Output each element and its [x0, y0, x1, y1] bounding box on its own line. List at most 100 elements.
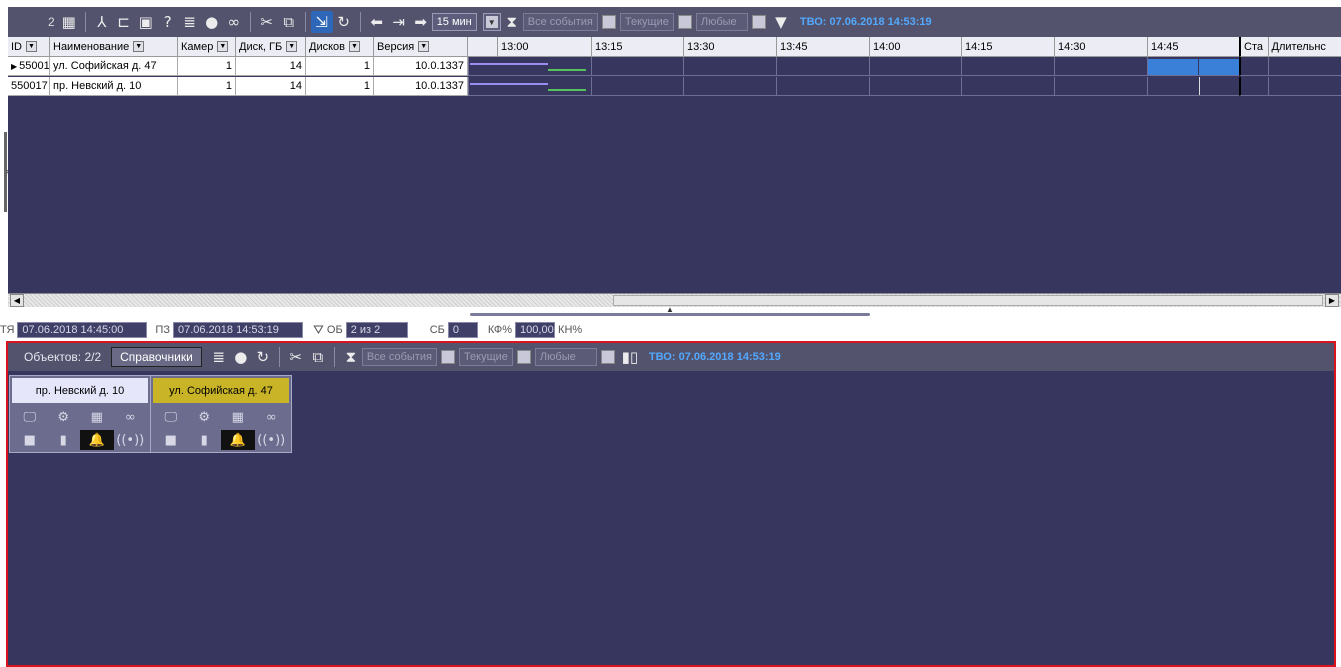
camera-icon[interactable]: ■	[13, 430, 47, 450]
help-icon[interactable]: ?	[157, 11, 179, 33]
gear-icon[interactable]: ⚙	[47, 407, 81, 427]
scroll-right-arrow-icon[interactable]: ▶	[1325, 294, 1339, 307]
cell-cameras: 1	[178, 77, 236, 95]
chevron-right-icon[interactable]: ›	[6, 166, 9, 176]
list-icon[interactable]: ≣	[179, 11, 201, 33]
current-filter-checkbox[interactable]	[677, 15, 692, 29]
column-header-disk[interactable]: Диск, ГБ ▼	[236, 37, 306, 56]
scrollbar-thumb[interactable]	[613, 295, 1323, 306]
sort-icon[interactable]: ⧗	[340, 346, 362, 368]
film-icon[interactable]: ▦	[221, 407, 255, 427]
events-filter-checkbox[interactable]	[440, 350, 455, 364]
alarm-bell-icon[interactable]: 🔔	[80, 430, 114, 450]
arrow-right-icon[interactable]: ➡	[410, 11, 432, 33]
monitor-icon[interactable]: 🖵	[13, 407, 47, 427]
broadcast-icon[interactable]: ((•))	[114, 430, 148, 450]
chevron-down-icon[interactable]: ▼	[133, 41, 145, 52]
refresh-icon[interactable]: ↻	[333, 11, 355, 33]
any-filter-checkbox[interactable]	[751, 15, 766, 29]
voicemail-icon[interactable]: ∞	[223, 11, 245, 33]
reference-button[interactable]: Справочники	[111, 347, 202, 367]
interval-value: 15 мин	[436, 16, 472, 28]
column-header-disks[interactable]: Дисков ▼	[306, 37, 374, 56]
copy-icon[interactable]: ⧉	[307, 346, 329, 368]
door-icon[interactable]: ▮	[188, 430, 222, 450]
chevron-down-icon: ▼	[485, 16, 498, 28]
interval-select[interactable]: 15 мин	[431, 13, 477, 31]
kn-label: КН%	[558, 324, 583, 336]
column-header-cameras[interactable]: Камер ▼	[178, 37, 236, 56]
column-header-id[interactable]: ID ▼	[8, 37, 50, 56]
broadcast-icon[interactable]: ((•))	[255, 430, 289, 450]
chevron-down-icon[interactable]: ▼	[217, 41, 229, 52]
timeline-row[interactable]	[468, 57, 1241, 76]
monitor-icon[interactable]: 🖵	[154, 407, 188, 427]
timeline-row[interactable]	[468, 77, 1241, 96]
copy-icon[interactable]: ⧉	[278, 11, 300, 33]
tvo-timestamp: ТВО: 07.06.2018 14:53:19	[799, 16, 932, 28]
scissors-icon[interactable]: ✂	[285, 346, 307, 368]
refresh-icon[interactable]: ↻	[252, 346, 274, 368]
events-filter-field[interactable]: Все события	[361, 348, 437, 366]
events-filter-checkbox[interactable]	[601, 15, 616, 29]
any-filter-field[interactable]: Любые	[534, 348, 597, 366]
any-filter-field[interactable]: Любые	[695, 13, 748, 31]
panel-toolbar: Объектов: 2/2 Справочники ≣ ● ↻ ✂ ⧉ ⧗ Вс…	[8, 343, 1334, 371]
info-icon[interactable]: ●	[201, 11, 223, 33]
timeline-gridline	[869, 77, 870, 95]
events-filter-field[interactable]: Все события	[522, 13, 598, 31]
current-filter-field[interactable]: Текущие	[458, 348, 513, 366]
table-icon[interactable]: ▦	[58, 11, 80, 33]
object-card[interactable]: пр. Невский д. 10 🖵 ⚙ ▦ ∞ ■ ▮ 🔔 ((•))	[9, 375, 151, 453]
toolbar-separator	[84, 12, 86, 32]
info-icon[interactable]: ●	[230, 346, 252, 368]
ob-value: 2 из 2	[345, 322, 408, 338]
camera-icon[interactable]: ■	[154, 430, 188, 450]
object-card-title[interactable]: ул. Софийская д. 47	[153, 378, 289, 403]
table-row[interactable]: 550017 пр. Невский д. 10 1 14 1 10.0.133…	[8, 77, 468, 96]
column-header-name[interactable]: Наименование ▼	[50, 37, 178, 56]
tree-expand-icon[interactable]: ⊏	[113, 11, 135, 33]
column-header-status[interactable]: Ста	[1241, 37, 1269, 56]
chevron-down-icon[interactable]: ▼	[418, 41, 430, 52]
column-divider	[1268, 77, 1269, 95]
toolbar-separator	[249, 12, 251, 32]
list-icon[interactable]: ≣	[208, 346, 230, 368]
horizontal-scrollbar[interactable]: ◀ ▶	[8, 293, 1341, 307]
timeline-gridline	[1054, 57, 1055, 75]
current-filter-field[interactable]: Текущие	[619, 13, 674, 31]
report-icon[interactable]: ▣	[135, 11, 157, 33]
column-header-version[interactable]: Версия ▼	[374, 37, 468, 56]
scroll-left-arrow-icon[interactable]: ◀	[10, 294, 24, 307]
export-icon[interactable]: ⇲	[310, 11, 333, 33]
voicemail-icon[interactable]: ∞	[255, 407, 289, 427]
chevron-down-icon[interactable]: ▼	[349, 41, 360, 52]
alarm-bell-icon[interactable]: 🔔	[221, 430, 255, 450]
current-filter-checkbox[interactable]	[516, 350, 531, 364]
table-row[interactable]: ▶550016 ул. Софийская д. 47 1 14 1 10.0.…	[8, 57, 468, 76]
panel-splitter[interactable]: ▲	[470, 305, 870, 316]
scissors-icon[interactable]: ✂	[256, 11, 278, 33]
sort-icon[interactable]: ⧗	[501, 11, 523, 33]
arrow-end-icon[interactable]: ⇥	[388, 11, 410, 33]
chevron-up-icon[interactable]: ▲	[666, 305, 674, 314]
object-card-title[interactable]: пр. Невский д. 10	[12, 378, 148, 403]
timeline-current-block	[1148, 59, 1198, 75]
column-header-duration[interactable]: Длительнс	[1269, 37, 1341, 56]
door-icon[interactable]: ▮	[47, 430, 81, 450]
book-icon[interactable]: ▮▯	[619, 346, 641, 368]
film-icon[interactable]: ▦	[80, 407, 114, 427]
cell-id: 550017	[8, 77, 50, 95]
object-card[interactable]: ул. Софийская д. 47 🖵 ⚙ ▦ ∞ ■ ▮ 🔔 ((•))	[150, 375, 292, 453]
timeline-tick: 14:45	[1147, 37, 1239, 56]
gear-icon[interactable]: ⚙	[188, 407, 222, 427]
chevron-down-icon[interactable]: ▼	[26, 41, 37, 52]
voicemail-icon[interactable]: ∞	[114, 407, 148, 427]
chevron-down-icon[interactable]: ▼	[286, 41, 298, 52]
any-filter-checkbox[interactable]	[600, 350, 615, 364]
interval-dropdown-button[interactable]: ▼	[482, 13, 501, 31]
arrow-left-icon[interactable]: ⬅	[366, 11, 388, 33]
filter-tree-icon[interactable]: ⅄	[91, 11, 113, 33]
timeline-segment	[470, 63, 548, 65]
funnel-icon[interactable]: ▼	[770, 11, 792, 33]
